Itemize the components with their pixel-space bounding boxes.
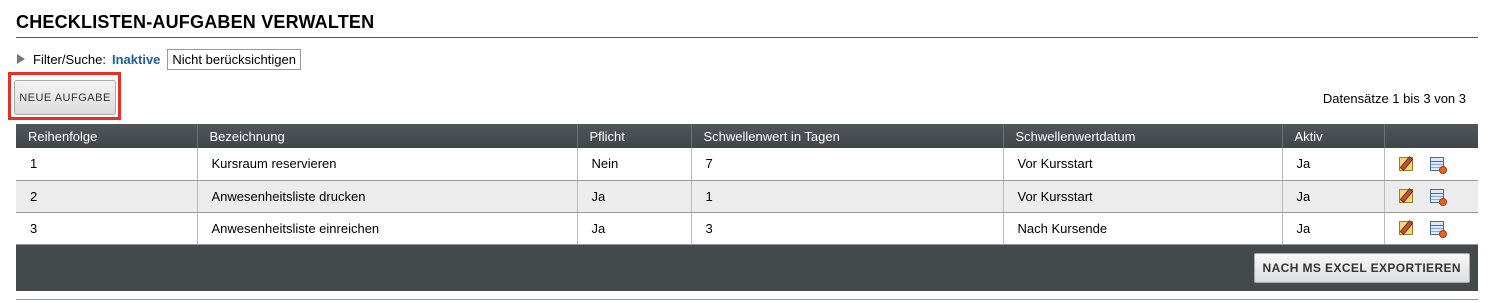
column-header-order[interactable]: Reihenfolge xyxy=(16,124,198,148)
bottom-divider xyxy=(16,299,1478,300)
column-header-mandatory[interactable]: Pflicht xyxy=(577,124,692,148)
cell-order: 1 xyxy=(16,148,198,181)
records-summary: Datensätze 1 bis 3 von 3 xyxy=(1322,91,1466,106)
export-excel-button[interactable]: NACH MS EXCEL EXPORTIEREN xyxy=(1253,253,1470,283)
row-actions xyxy=(1398,189,1479,206)
filter-label[interactable]: Filter/Suche: xyxy=(33,52,106,67)
edit-icon[interactable] xyxy=(1398,221,1413,235)
edit-icon[interactable] xyxy=(1398,189,1413,203)
cell-mandatory: Ja xyxy=(577,180,692,213)
cell-mandatory: Nein xyxy=(577,148,692,181)
cell-threshold-days: 3 xyxy=(691,212,1004,245)
cell-active: Ja xyxy=(1282,148,1385,181)
title-divider xyxy=(16,37,1478,38)
column-header-name[interactable]: Bezeichnung xyxy=(197,124,578,148)
cell-name: Anwesenheitsliste drucken xyxy=(197,180,578,213)
page-title: CHECKLISTEN-AUFGABEN VERWALTEN xyxy=(16,12,375,32)
filter-option[interactable]: Nicht berücksichtigen xyxy=(167,48,301,70)
cell-threshold-date: Vor Kursstart xyxy=(1003,180,1283,213)
tasks-table: Reihenfolge Bezeichnung Pflicht Schwelle… xyxy=(16,124,1478,245)
cell-actions xyxy=(1384,148,1479,181)
column-header-threshold-date[interactable]: Schwellenwertdatum xyxy=(1003,124,1283,148)
cell-order: 2 xyxy=(16,180,198,213)
cell-threshold-days: 1 xyxy=(691,180,1004,213)
new-task-button[interactable]: NEUE AUFGABE xyxy=(14,80,116,115)
triangle-right-icon[interactable] xyxy=(17,53,25,64)
cell-active: Ja xyxy=(1282,212,1385,245)
cell-name: Kursraum reservieren xyxy=(197,148,578,181)
filter-value[interactable]: Inaktive xyxy=(112,52,160,67)
column-header-threshold-days[interactable]: Schwellenwert in Tagen xyxy=(691,124,1004,148)
cell-name: Anwesenheitsliste einreichen xyxy=(197,212,578,245)
table-row: 1 Kursraum reservieren Nein 7 Vor Kursst… xyxy=(16,148,1479,181)
cell-actions xyxy=(1384,212,1479,245)
row-actions xyxy=(1398,221,1479,238)
table-row: 3 Anwesenheitsliste einreichen Ja 3 Nach… xyxy=(16,212,1479,245)
tasks-grid: Reihenfolge Bezeichnung Pflicht Schwelle… xyxy=(16,124,1478,291)
cell-actions xyxy=(1384,180,1479,213)
cell-threshold-date: Nach Kursende xyxy=(1003,212,1283,245)
cell-threshold-date: Vor Kursstart xyxy=(1003,148,1283,181)
column-header-active[interactable]: Aktiv xyxy=(1282,124,1385,148)
cell-order: 3 xyxy=(16,212,198,245)
table-row: 2 Anwesenheitsliste drucken Ja 1 Vor Kur… xyxy=(16,180,1479,213)
cell-active: Ja xyxy=(1282,180,1385,213)
filter-bar: Filter/Suche: Inaktive Nicht berücksicht… xyxy=(17,47,301,71)
delete-icon[interactable] xyxy=(1429,221,1447,238)
row-actions xyxy=(1398,156,1479,174)
delete-icon[interactable] xyxy=(1429,156,1447,174)
table-header-row: Reihenfolge Bezeichnung Pflicht Schwelle… xyxy=(16,124,1478,148)
column-header-actions xyxy=(1384,124,1478,148)
edit-icon[interactable] xyxy=(1398,156,1413,171)
cell-threshold-days: 7 xyxy=(691,148,1004,181)
delete-icon[interactable] xyxy=(1429,189,1447,206)
page: CHECKLISTEN-AUFGABEN VERWALTEN Filter/Su… xyxy=(0,0,1494,303)
cell-mandatory: Ja xyxy=(577,212,692,245)
